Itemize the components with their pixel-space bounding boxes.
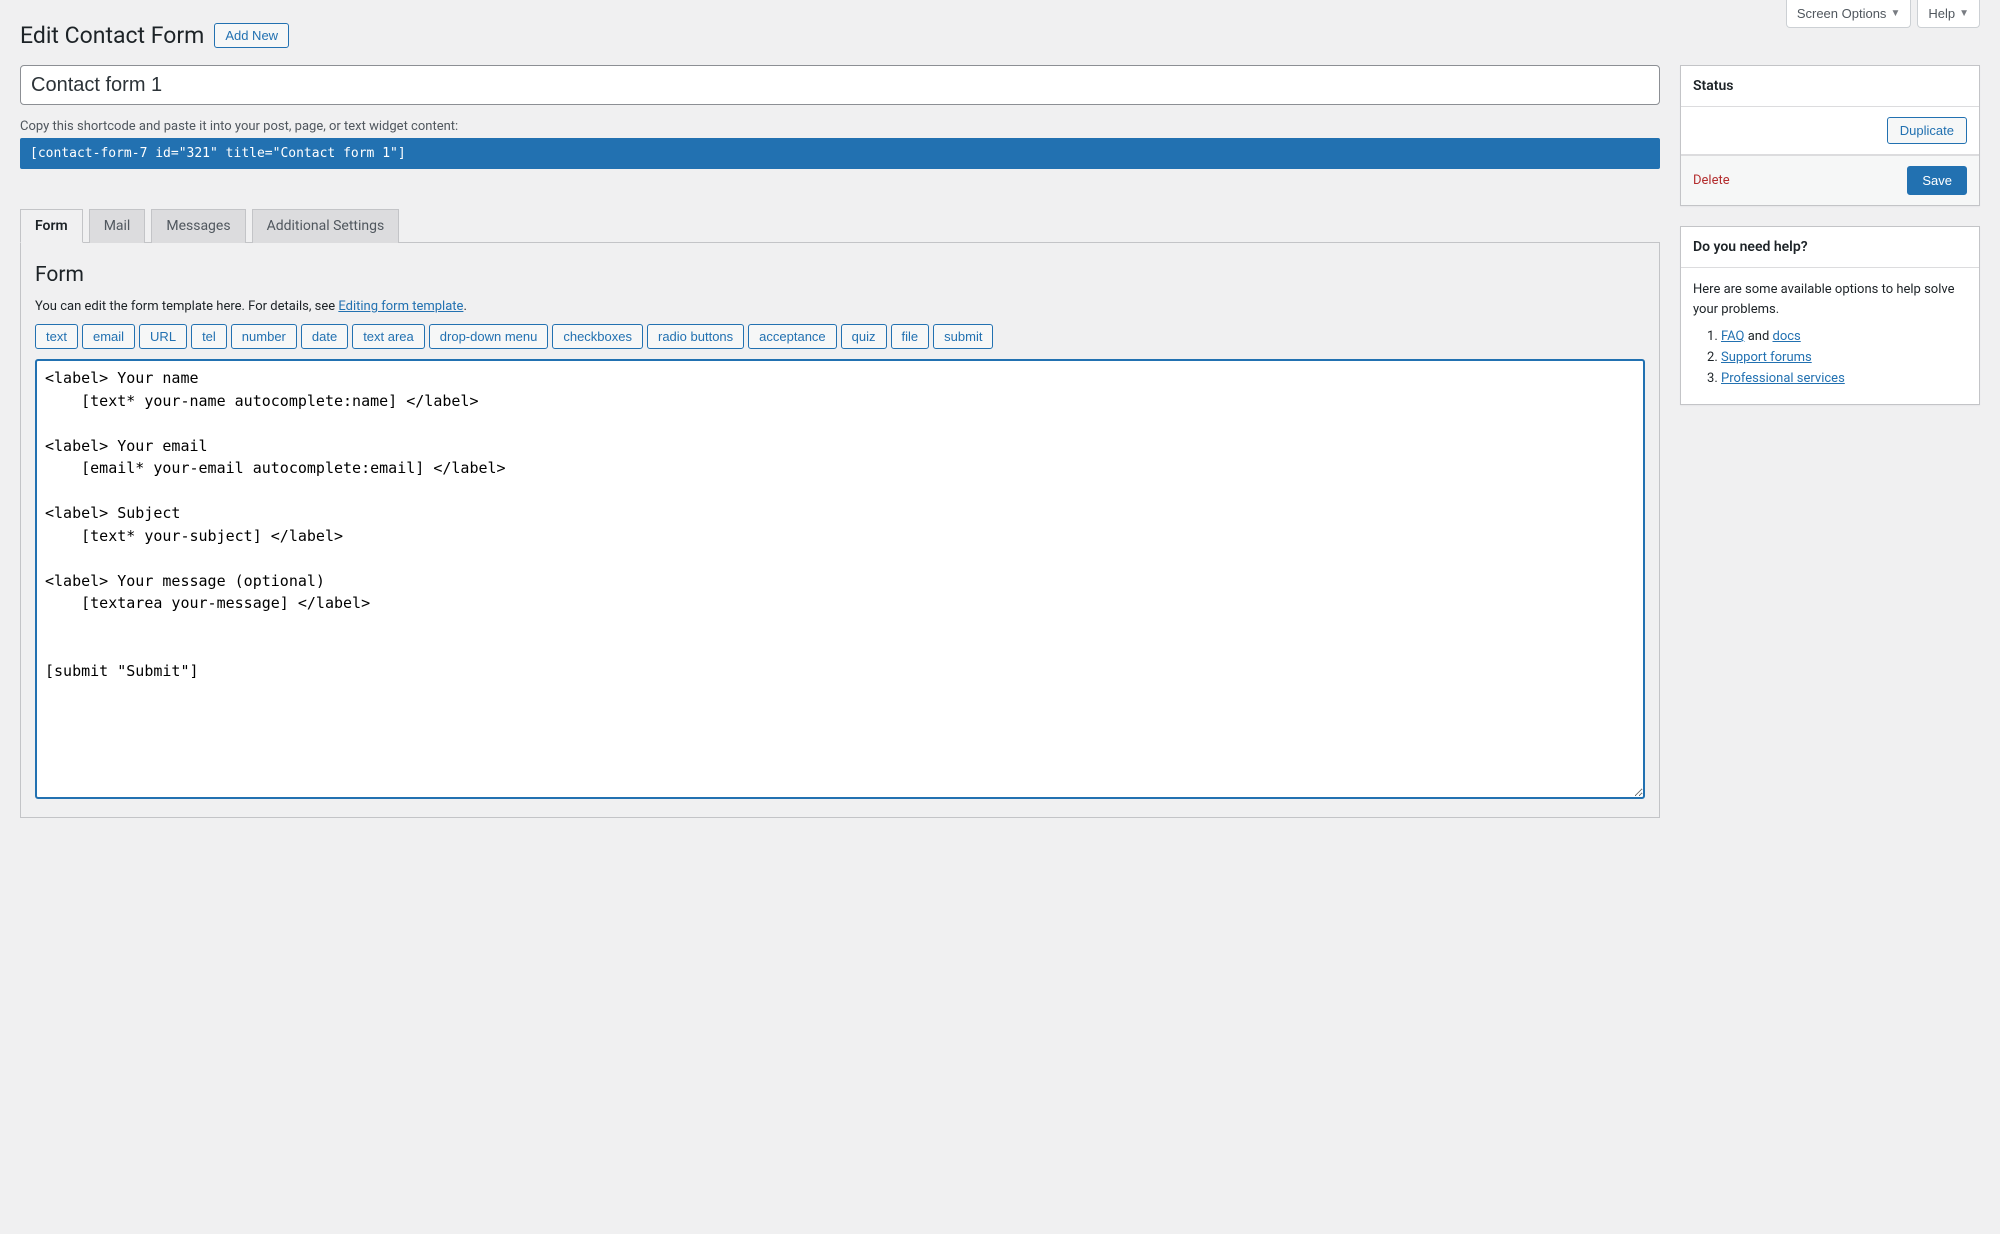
screen-options-label: Screen Options [1797, 6, 1887, 21]
screen-options-button[interactable]: Screen Options ▼ [1786, 0, 1912, 28]
tab-mail[interactable]: Mail [89, 209, 146, 243]
help-box-title: Do you need help? [1681, 227, 1979, 268]
add-new-button[interactable]: Add New [214, 23, 289, 48]
tab-panel-form: Form You can edit the form template here… [20, 242, 1660, 818]
page-title: Edit Contact Form [20, 22, 204, 49]
tag-email-button[interactable]: email [82, 324, 135, 349]
faq-link[interactable]: FAQ [1721, 329, 1744, 344]
form-panel-description: You can edit the form template here. For… [35, 299, 1645, 314]
tab-additional-settings[interactable]: Additional Settings [252, 209, 400, 243]
support-forums-link[interactable]: Support forums [1721, 350, 1812, 365]
chevron-down-icon: ▼ [1890, 8, 1900, 19]
tab-nav: Form Mail Messages Additional Settings [20, 209, 1660, 242]
status-box-title: Status [1681, 66, 1979, 107]
form-template-textarea[interactable] [35, 359, 1645, 799]
tag-buttons: text email URL tel number date text area… [35, 324, 1645, 349]
form-title-input[interactable] [20, 65, 1660, 105]
duplicate-button[interactable]: Duplicate [1887, 117, 1967, 144]
chevron-down-icon: ▼ [1959, 8, 1969, 19]
tab-messages[interactable]: Messages [151, 209, 245, 243]
help-box: Do you need help? Here are some availabl… [1680, 226, 1980, 405]
tag-checkboxes-button[interactable]: checkboxes [552, 324, 643, 349]
save-button[interactable]: Save [1907, 166, 1967, 195]
tag-acceptance-button[interactable]: acceptance [748, 324, 837, 349]
tag-url-button[interactable]: URL [139, 324, 187, 349]
help-item-faq-docs: FAQ and docs [1721, 329, 1967, 344]
tag-number-button[interactable]: number [231, 324, 297, 349]
tag-date-button[interactable]: date [301, 324, 348, 349]
tag-quiz-button[interactable]: quiz [841, 324, 887, 349]
editing-form-template-link[interactable]: Editing form template [338, 299, 463, 314]
help-item-support: Support forums [1721, 350, 1967, 365]
help-label: Help [1928, 6, 1955, 21]
professional-services-link[interactable]: Professional services [1721, 371, 1845, 386]
tag-dropdown-button[interactable]: drop-down menu [429, 324, 549, 349]
form-panel-heading: Form [35, 263, 1645, 287]
tag-textarea-button[interactable]: text area [352, 324, 425, 349]
status-box: Status Duplicate Delete Save [1680, 65, 1980, 206]
tag-tel-button[interactable]: tel [191, 324, 227, 349]
shortcode-hint: Copy this shortcode and paste it into yo… [20, 119, 1660, 134]
delete-link[interactable]: Delete [1693, 173, 1730, 188]
help-button[interactable]: Help ▼ [1917, 0, 1980, 28]
help-item-professional: Professional services [1721, 371, 1967, 386]
tag-text-button[interactable]: text [35, 324, 78, 349]
docs-link[interactable]: docs [1773, 329, 1801, 344]
tag-submit-button[interactable]: submit [933, 324, 993, 349]
tab-form[interactable]: Form [20, 209, 83, 243]
shortcode-code[interactable]: [contact-form-7 id="321" title="Contact … [20, 138, 1660, 169]
help-intro: Here are some available options to help … [1693, 280, 1967, 319]
tag-radio-button[interactable]: radio buttons [647, 324, 744, 349]
tag-file-button[interactable]: file [891, 324, 930, 349]
